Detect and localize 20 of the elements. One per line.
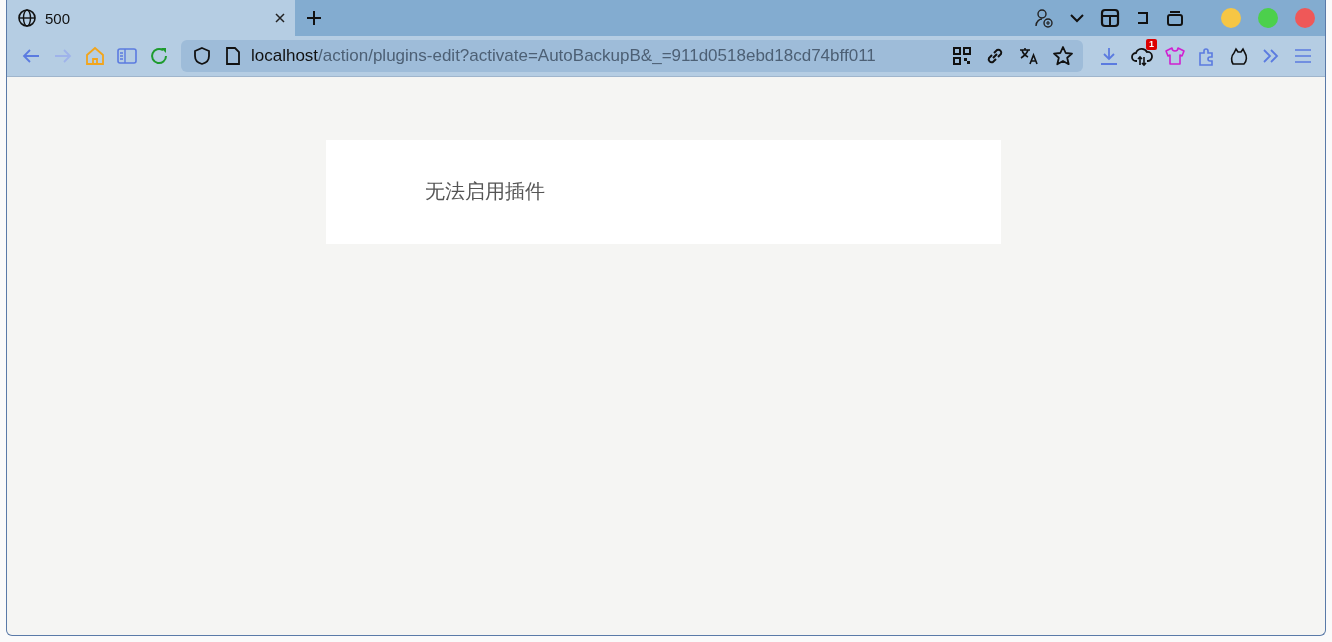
error-message: 无法启用插件 <box>424 180 545 202</box>
page-icon <box>224 46 242 66</box>
url-host: localhost <box>251 46 319 65</box>
url-path: /action/plugins-edit?activate=AutoBackupB&_=911d0518ebd18cd74bff011 <box>318 46 876 65</box>
address-bar[interactable]: localhost/action/plugins-edit?activate=AutoBackupB&_=911d0518ebd18cd74bff011 <box>181 40 1083 72</box>
shirt-icon[interactable] <box>1164 45 1186 67</box>
globe-icon <box>17 8 37 28</box>
translate-icon[interactable] <box>1018 45 1040 67</box>
cat-icon[interactable] <box>1228 45 1250 67</box>
tab-title: 500 <box>45 9 72 27</box>
notification-badge: 1 <box>1146 39 1157 50</box>
shield-icon[interactable] <box>192 46 212 66</box>
qr-code-icon[interactable] <box>952 46 972 66</box>
close-icon[interactable] <box>273 11 287 25</box>
account-icon[interactable] <box>1034 8 1054 28</box>
collections-icon[interactable] <box>1166 9 1184 27</box>
star-icon[interactable] <box>1052 45 1074 67</box>
window-layout-icon[interactable] <box>1100 8 1120 28</box>
cloud-upload-icon[interactable] <box>1130 45 1154 67</box>
browser-tab[interactable]: 500 <box>7 0 295 36</box>
